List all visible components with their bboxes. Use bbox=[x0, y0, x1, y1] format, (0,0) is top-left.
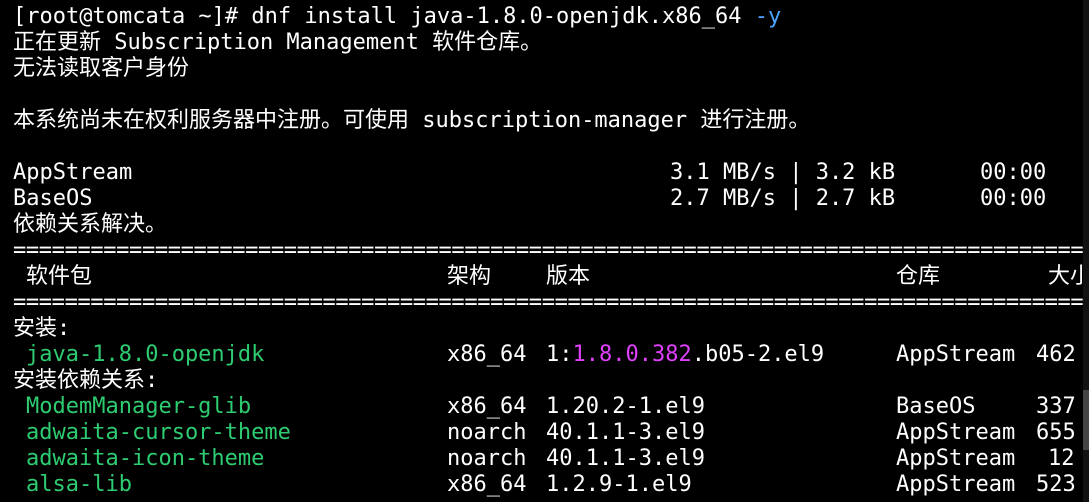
package-size: 655 bbox=[1036, 420, 1076, 445]
separator-line: ========================================… bbox=[13, 238, 1089, 263]
repo-name: BaseOS bbox=[13, 186, 93, 211]
repo-time: 00:00 bbox=[980, 186, 1047, 211]
scrollbar-thumb[interactable] bbox=[1083, 390, 1089, 450]
package-version: 1.20.2-1.el9 bbox=[546, 394, 705, 419]
command-flag: -y bbox=[754, 4, 782, 29]
repo-speed: 2.7 MB/s | 2.7 kB bbox=[670, 186, 896, 211]
repo-time: 00:00 bbox=[980, 160, 1047, 185]
package-size: 12 bbox=[1048, 446, 1075, 471]
version-release: .b05-2.el9 bbox=[691, 342, 825, 367]
package-size: 523 bbox=[1036, 472, 1076, 497]
msg-deps-resolved: 依赖关系解决。 bbox=[13, 212, 168, 237]
package-arch: noarch bbox=[447, 446, 527, 471]
package-version: 40.1.1-3.el9 bbox=[546, 446, 705, 471]
package-version: 40.1.1-3.el9 bbox=[546, 420, 705, 445]
repo-name: AppStream bbox=[13, 160, 133, 185]
section-install: 安装: bbox=[13, 316, 71, 341]
command-line: [root@tomcata ~]# dnf install java-1.8.0… bbox=[13, 4, 781, 30]
package-name: alsa-lib bbox=[26, 472, 132, 497]
header-package: 软件包 bbox=[26, 264, 93, 289]
package-repo: AppStream bbox=[896, 472, 1016, 497]
section-deps: 安装依赖关系: bbox=[13, 368, 159, 393]
package-repo: AppStream bbox=[896, 342, 1016, 367]
package-arch: x86_64 bbox=[447, 472, 527, 497]
command-prompt: [root@tomcata ~]# dnf install java-1.8.0… bbox=[13, 4, 755, 29]
package-name: java-1.8.0-openjdk bbox=[26, 342, 265, 367]
msg-not-registered: 本系统尚未在权利服务器中注册。可使用 subscription-manager … bbox=[13, 108, 811, 133]
package-size: 337 bbox=[1036, 394, 1076, 419]
package-name: adwaita-icon-theme bbox=[26, 446, 265, 471]
version-epoch: 1: bbox=[546, 342, 573, 367]
msg-identity: 无法读取客户身份 bbox=[13, 56, 190, 81]
msg-updating: 正在更新 Subscription Management 软件仓库。 bbox=[13, 30, 543, 55]
header-repo: 仓库 bbox=[896, 264, 941, 289]
package-version: 1:1.8.0.382.b05-2.el9 bbox=[546, 342, 824, 368]
package-arch: x86_64 bbox=[447, 394, 527, 419]
terminal-window[interactable]: [root@tomcata ~]# dnf install java-1.8.0… bbox=[0, 0, 1089, 502]
repo-speed: 3.1 MB/s | 3.2 kB bbox=[670, 160, 896, 185]
version-main: 1.8.0.382 bbox=[572, 342, 692, 367]
separator-line: ========================================… bbox=[13, 290, 1089, 315]
scrollbar[interactable] bbox=[1083, 0, 1089, 502]
package-repo: AppStream bbox=[896, 446, 1016, 471]
package-name: ModemManager-glib bbox=[26, 394, 252, 419]
package-version: 1.2.9-1.el9 bbox=[546, 472, 692, 497]
package-arch: x86_64 bbox=[447, 342, 527, 367]
package-name: adwaita-cursor-theme bbox=[26, 420, 291, 445]
package-repo: BaseOS bbox=[896, 394, 976, 419]
header-arch: 架构 bbox=[447, 264, 492, 289]
package-repo: AppStream bbox=[896, 420, 1016, 445]
package-size: 462 bbox=[1036, 342, 1076, 367]
header-version: 版本 bbox=[546, 264, 591, 289]
package-arch: noarch bbox=[447, 420, 527, 445]
